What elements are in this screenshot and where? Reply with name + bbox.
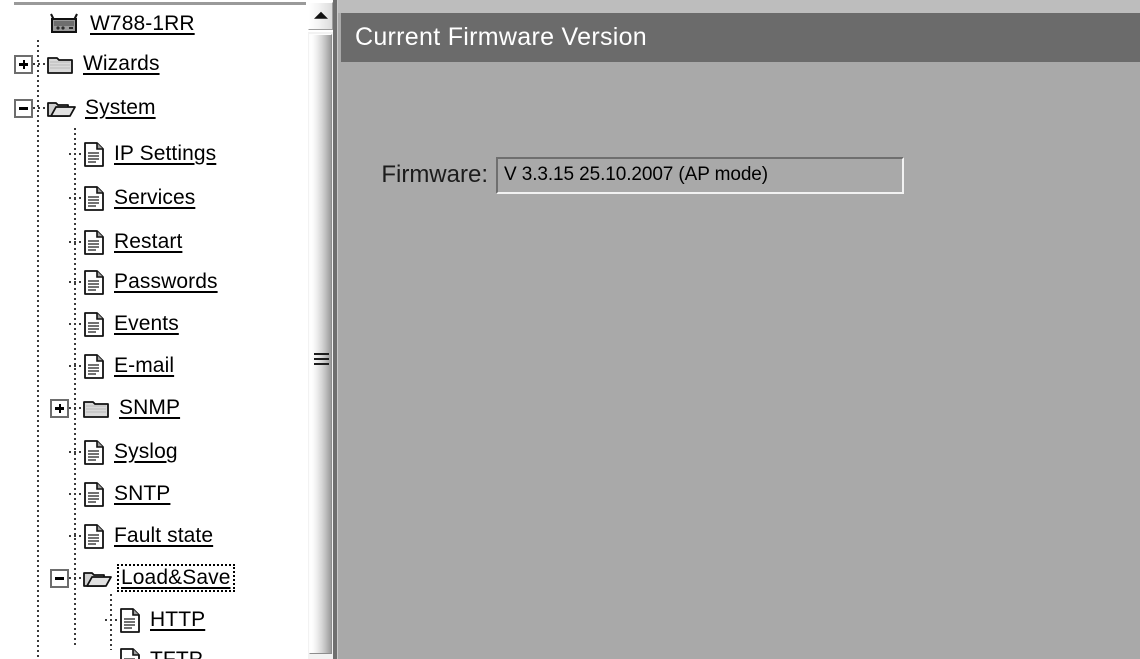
scrollbar-thumb[interactable] — [309, 34, 332, 654]
document-icon — [83, 141, 105, 167]
tree-item-events[interactable]: Events — [50, 304, 181, 344]
tree-connector — [33, 63, 47, 65]
document-icon — [119, 607, 141, 633]
tree-item-label[interactable]: System — [83, 96, 158, 120]
chevron-up-icon — [313, 11, 328, 19]
firmware-version-screen: W788-1RR Wizards System IP Settings Services… — [0, 0, 1140, 659]
folder-closed-icon — [83, 397, 110, 419]
tree-item-label[interactable]: TFTP — [148, 648, 205, 659]
tree-connector — [69, 535, 83, 537]
tree-connector — [69, 281, 83, 283]
expand-icon[interactable] — [14, 54, 33, 74]
collapse-icon[interactable] — [50, 568, 69, 588]
content-top-strip — [338, 0, 1140, 13]
tree-item-label[interactable]: HTTP — [148, 608, 207, 632]
scrollbar-grip-icon — [314, 353, 329, 367]
tree-item-label[interactable]: Passwords — [112, 270, 220, 294]
firmware-label: Firmware: — [381, 161, 488, 188]
navigation-tree[interactable]: W788-1RR Wizards System IP Settings Services… — [0, 0, 306, 659]
tree-item-label[interactable]: W788-1RR — [88, 12, 197, 36]
document-icon — [83, 311, 105, 337]
document-icon — [83, 481, 105, 507]
tree-scrollbar[interactable] — [306, 0, 335, 659]
device-icon — [47, 11, 81, 37]
tree-connector — [69, 577, 83, 579]
page-title: Current Firmware Version — [355, 23, 648, 51]
tree-item-system[interactable]: System — [14, 88, 158, 128]
document-icon — [83, 523, 105, 549]
document-icon — [83, 353, 105, 379]
document-icon — [83, 269, 105, 295]
tree-item-label[interactable]: SNMP — [117, 396, 182, 420]
document-icon — [119, 647, 141, 659]
folder-open-icon — [47, 97, 76, 119]
tree-item-syslog[interactable]: Syslog — [50, 432, 180, 472]
tree-item-label[interactable]: SNTP — [112, 482, 172, 506]
tree-rail-root — [37, 40, 39, 659]
firmware-field-row: Firmware: V 3.3.15 25.10.2007 (AP mode) — [338, 155, 1140, 195]
folder-closed-icon — [47, 53, 74, 75]
tree-item-load-save[interactable]: Load&Save — [50, 558, 235, 598]
tree-connector — [69, 365, 83, 367]
document-icon — [83, 229, 105, 255]
tree-connector — [105, 619, 119, 621]
tree-item-label[interactable]: Fault state — [112, 524, 215, 548]
tree-item-http[interactable]: HTTP — [86, 600, 207, 640]
document-icon — [83, 439, 105, 465]
firmware-value-field[interactable]: V 3.3.15 25.10.2007 (AP mode) — [496, 156, 904, 194]
tree-item-services[interactable]: Services — [50, 178, 197, 218]
tree-connector — [69, 197, 83, 199]
tree-item-label[interactable]: E-mail — [112, 354, 176, 378]
tree-item-restart[interactable]: Restart — [50, 222, 184, 262]
tree-connector — [69, 153, 83, 155]
tree-item-label[interactable]: Events — [112, 312, 181, 336]
tree-connector — [69, 451, 83, 453]
tree-item-tftp[interactable]: TFTP — [86, 640, 205, 659]
tree-item-fault-state[interactable]: Fault state — [50, 516, 215, 556]
tree-item-label[interactable]: Restart — [112, 230, 184, 254]
tree-item-ip-settings[interactable]: IP Settings — [50, 134, 218, 174]
tree-item-wizards[interactable]: Wizards — [14, 44, 162, 84]
tree-item-label[interactable]: Syslog — [112, 440, 180, 464]
tree-item-passwords[interactable]: Passwords — [50, 262, 220, 302]
tree-item-label[interactable]: Wizards — [81, 52, 162, 76]
tree-item-e-mail[interactable]: E-mail — [50, 346, 176, 386]
collapse-icon[interactable] — [14, 98, 33, 118]
folder-open-icon — [83, 567, 112, 589]
tree-connector — [33, 107, 47, 109]
tree-item-label[interactable]: Load&Save — [117, 564, 235, 592]
tree-item-w788-1rr[interactable]: W788-1RR — [14, 4, 197, 44]
tree-item-snmp[interactable]: SNMP — [50, 388, 182, 428]
document-icon — [83, 185, 105, 211]
tree-connector — [69, 407, 83, 409]
tree-connector — [69, 323, 83, 325]
tree-connector — [69, 241, 83, 243]
expand-icon[interactable] — [50, 398, 69, 418]
tree-item-label[interactable]: IP Settings — [112, 142, 218, 166]
tree-connector — [69, 493, 83, 495]
tree-item-sntp[interactable]: SNTP — [50, 474, 172, 514]
content-pane: Current Firmware Version Firmware: V 3.3… — [338, 0, 1140, 659]
tree-item-label[interactable]: Services — [112, 186, 197, 210]
panel-header: Current Firmware Version — [341, 13, 1140, 62]
scroll-up-arrow[interactable] — [308, 2, 333, 30]
